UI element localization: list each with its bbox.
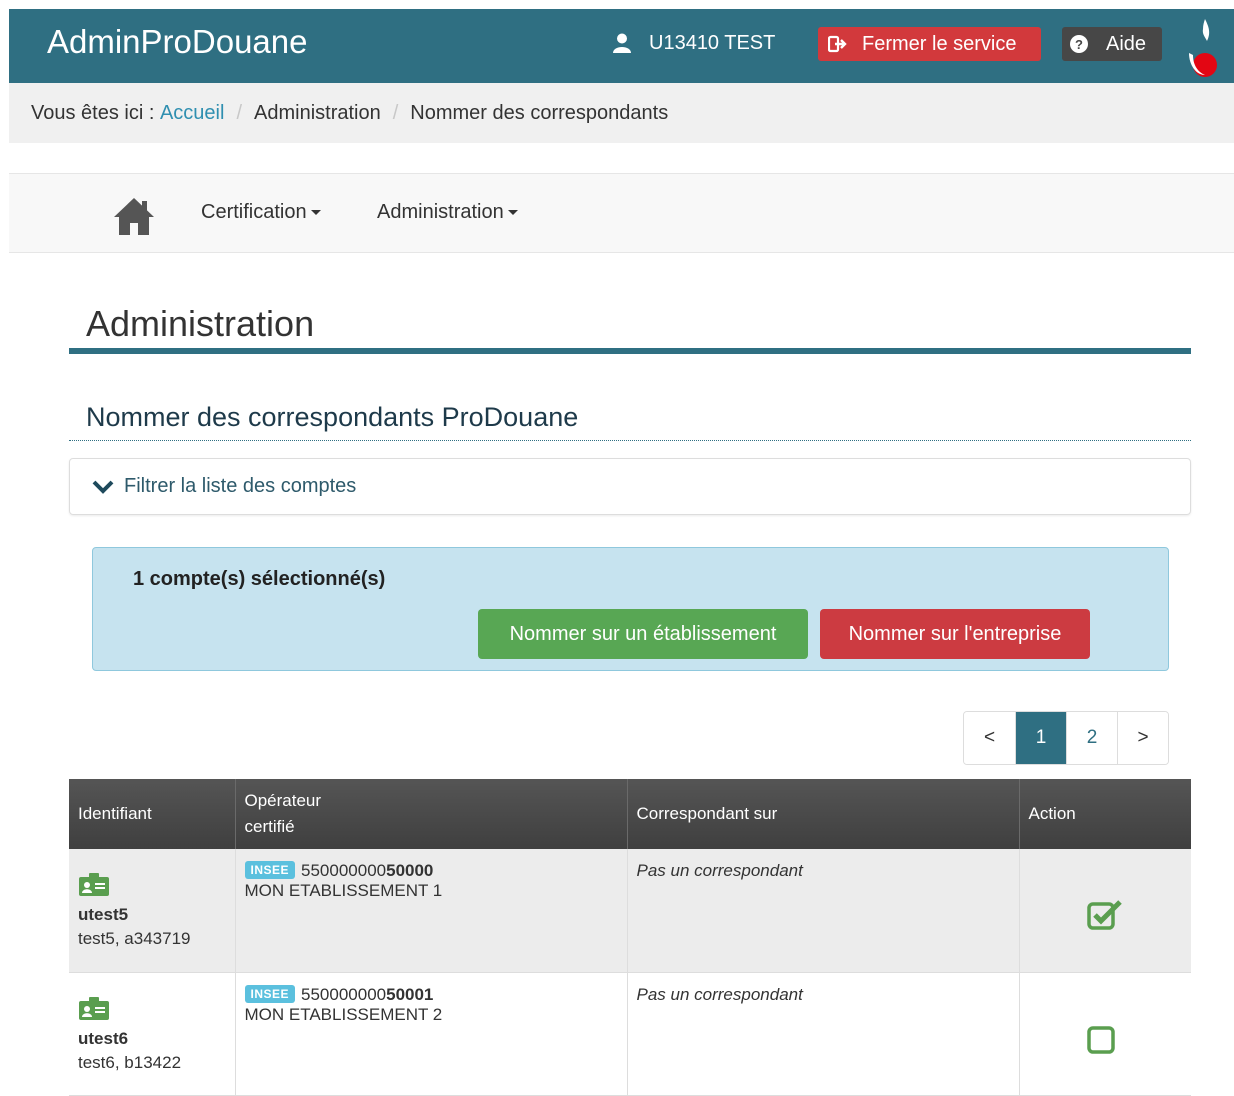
- chevron-down-icon: [92, 480, 114, 494]
- cell-correspondant: Pas un correspondant: [627, 849, 1020, 973]
- cell-identifiant: utest5 test5, a343719: [69, 849, 236, 973]
- insee-badge: INSEE: [244, 984, 296, 1003]
- siret-prefix: 550000000: [301, 984, 387, 1004]
- user-info: U13410 TEST: [613, 28, 775, 58]
- douane-logo: [1189, 19, 1217, 77]
- siret-suffix: 50001: [386, 984, 434, 1004]
- home-icon[interactable]: [113, 196, 155, 236]
- user-id: utest5: [78, 905, 129, 924]
- breadcrumb-home-link[interactable]: Accueil: [160, 102, 224, 125]
- app-title: AdminProDouane: [47, 23, 308, 60]
- cell-correspondant: Pas un correspondant: [627, 972, 1020, 1096]
- pagination-next[interactable]: >: [1117, 712, 1168, 764]
- checkbox-unchecked-icon[interactable]: [1087, 1023, 1123, 1055]
- nav-item-administration[interactable]: Administration: [377, 201, 518, 224]
- top-bar: AdminProDouane U13410 TEST Fermer le ser…: [9, 9, 1234, 83]
- user-name: U13410 TEST: [649, 31, 776, 54]
- breadcrumb-separator: /: [392, 101, 399, 124]
- breadcrumb-prefix: Vous êtes ici :: [31, 101, 155, 124]
- table-header-row: Identifiant Opérateur certifié Correspond…: [69, 779, 1191, 849]
- user-meta: test5, a343719: [78, 929, 191, 948]
- close-service-label: Fermer le service: [862, 32, 1017, 55]
- pagination: < 1 2 >: [963, 711, 1169, 765]
- breadcrumb-item-current: Nommer des correspondants: [410, 101, 669, 124]
- column-header-correspondant[interactable]: Correspondant sur: [627, 779, 1020, 849]
- caret-down-icon: [507, 210, 518, 215]
- filter-label: Filtrer la liste des comptes: [124, 475, 357, 497]
- breadcrumb-item-administration: Administration: [254, 101, 381, 124]
- main-navbar: Certification Administration: [9, 173, 1234, 253]
- column-header-action: Action: [1019, 779, 1191, 849]
- table-row[interactable]: utest6 test6, b13422 INSEE 55000000050001…: [69, 972, 1191, 1096]
- page-title: Administration: [86, 303, 315, 344]
- help-label: Aide: [1106, 32, 1147, 55]
- cell-action: [1019, 849, 1191, 973]
- id-card-icon: [79, 873, 109, 896]
- establishment-name: MON ETABLISSEMENT 2: [244, 1004, 443, 1024]
- pagination-page-2[interactable]: 2: [1066, 712, 1117, 764]
- id-card-icon: [79, 996, 109, 1020]
- column-header-identifiant[interactable]: Identifiant: [69, 779, 236, 849]
- cell-operateur: INSEE 55000000050001 MON ETABLISSEMENT 2: [235, 972, 628, 1096]
- help-button[interactable]: ? Aide: [1062, 27, 1162, 61]
- pagination-prev[interactable]: <: [964, 712, 1015, 764]
- establishment-name: MON ETABLISSEMENT 1: [244, 881, 443, 900]
- siret-suffix: 50000: [386, 861, 434, 880]
- assign-establishment-button[interactable]: Nommer sur un établissement: [478, 609, 808, 659]
- accounts-table: Identifiant Opérateur certifié Correspond…: [69, 779, 1191, 1096]
- breadcrumb-separator: /: [236, 101, 243, 124]
- close-service-button[interactable]: Fermer le service: [818, 27, 1041, 61]
- section-title: Nommer des correspondants ProDouane: [86, 402, 579, 432]
- table-row[interactable]: utest5 test5, a343719 INSEE 5500000005000…: [69, 849, 1191, 973]
- cell-action: [1019, 972, 1191, 1096]
- nav-item-label: Certification: [201, 201, 307, 223]
- user-id: utest6: [78, 1028, 129, 1048]
- pagination-page-1[interactable]: 1: [1015, 712, 1066, 764]
- breadcrumb: Vous êtes ici : Accueil / Administration…: [9, 83, 1234, 143]
- siret-prefix: 550000000: [301, 861, 387, 880]
- nav-item-certification[interactable]: Certification: [201, 201, 321, 224]
- selection-panel: 1 compte(s) sélectionné(s) Nommer sur un…: [92, 547, 1169, 671]
- selection-count: 1 compte(s) sélectionné(s): [133, 568, 386, 590]
- column-header-operateur[interactable]: Opérateur certifié: [235, 779, 628, 849]
- column-header-operateur-text: Opérateur certifié: [244, 791, 322, 836]
- sign-out-icon: [828, 35, 847, 53]
- cell-identifiant: utest6 test6, b13422: [69, 972, 236, 1096]
- section-divider: [69, 440, 1191, 441]
- question-circle-icon: ?: [1070, 35, 1088, 53]
- user-icon: [613, 33, 631, 53]
- caret-down-icon: [310, 210, 321, 215]
- user-meta: test6, b13422: [78, 1052, 182, 1072]
- filter-toggle[interactable]: Filtrer la liste des comptes: [69, 458, 1191, 515]
- insee-badge: INSEE: [244, 861, 296, 879]
- assign-company-button[interactable]: Nommer sur l'entreprise: [820, 609, 1090, 659]
- checkbox-checked-icon[interactable]: [1087, 899, 1123, 931]
- nav-item-label: Administration: [377, 201, 504, 223]
- title-divider: [69, 348, 1191, 354]
- cell-operateur: INSEE 55000000050000 MON ETABLISSEMENT 1: [235, 849, 628, 973]
